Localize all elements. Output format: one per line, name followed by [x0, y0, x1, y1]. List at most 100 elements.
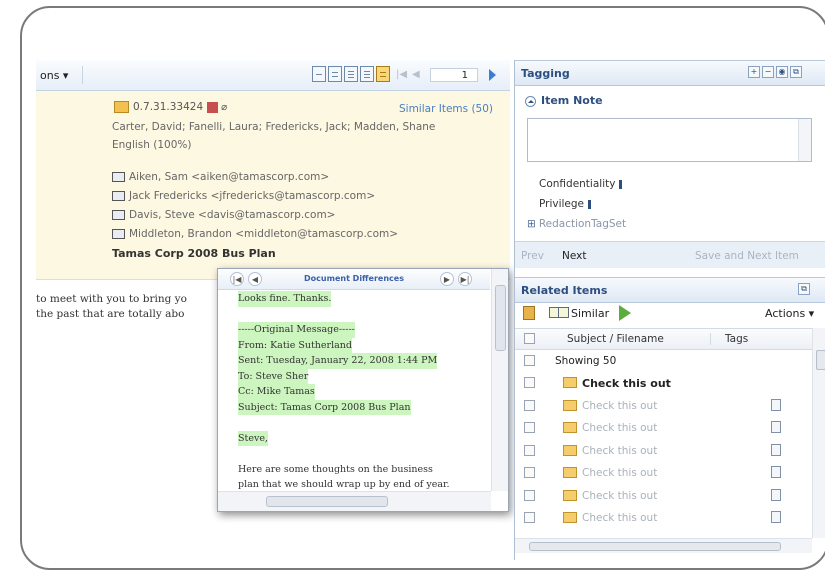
popup-content: Looks fine. Thanks. -----Original Message… — [238, 291, 488, 493]
popup-line: Here are some thoughts on the business — [238, 463, 433, 475]
grid-vertical-scrollbar[interactable] — [812, 328, 825, 538]
similar-items-link[interactable]: Similar Items (50) — [399, 103, 493, 115]
first-diff-icon[interactable]: |◀ — [230, 272, 244, 286]
next-page-icon[interactable] — [489, 69, 496, 81]
popup-line: Looks fine. Thanks. — [238, 291, 332, 307]
select-all-checkbox[interactable] — [524, 333, 535, 344]
attachment-icon[interactable] — [771, 421, 781, 433]
related-items-title: Related Items — [521, 284, 608, 297]
table-row[interactable]: Check this out — [515, 372, 812, 394]
first-page-icon[interactable]: |◀ — [396, 69, 407, 80]
popup-title: Document Differences — [304, 274, 404, 283]
table-row[interactable]: Check this out — [515, 395, 812, 417]
prev-button[interactable]: Prev — [521, 250, 544, 262]
view-mode-4-button[interactable] — [360, 66, 374, 82]
attachment-icon[interactable] — [771, 511, 781, 523]
related-items-grid: Subject / Filename Tags Showing 50 Check… — [515, 328, 812, 538]
similar-button[interactable]: Similar — [571, 307, 609, 320]
row-checkbox[interactable] — [524, 489, 535, 501]
body-line: to meet with you to bring yo — [36, 293, 187, 305]
note-scrollbar[interactable] — [798, 119, 811, 161]
recipient-row: Jack Fredericks <jfredericks@tamascorp.c… — [112, 190, 375, 202]
row-checkbox[interactable] — [524, 467, 535, 478]
related-toolbar: Similar Actions ▾ — [515, 302, 825, 324]
recipient[interactable]: Jack Fredericks <jfredericks@tamascorp.c… — [129, 190, 375, 202]
table-row[interactable]: Check this out — [515, 462, 812, 484]
attachment-icon[interactable] — [771, 443, 781, 456]
popup-line: Steve, — [238, 430, 268, 446]
row-subject[interactable]: Check this out — [582, 377, 671, 390]
popup-horizontal-scrollbar[interactable] — [218, 491, 491, 511]
popup-titlebar: |◀ ◀ Document Differences ▶ ▶| — [218, 269, 490, 290]
prev-diff-icon[interactable]: ◀ — [248, 272, 262, 286]
contact-card-icon — [112, 172, 125, 182]
row-subject[interactable]: Check this out — [582, 490, 657, 502]
similar-icon[interactable] — [549, 307, 569, 318]
attachment-icon[interactable] — [771, 398, 781, 411]
collapse-up-icon[interactable] — [525, 95, 536, 107]
view-mode-1-button[interactable] — [312, 66, 326, 82]
recipient[interactable]: Middleton, Brandon <middleton@tamascorp.… — [129, 228, 398, 240]
row-checkbox[interactable] — [524, 377, 535, 388]
scroll-thumb[interactable] — [529, 542, 781, 551]
page-number-input[interactable]: 1 — [430, 68, 478, 82]
tag-confidentiality[interactable]: Confidentiality — [539, 178, 630, 190]
popup-vertical-scrollbar[interactable] — [491, 269, 508, 491]
expand-icon[interactable]: + — [748, 66, 760, 78]
table-row[interactable]: Check this out — [515, 440, 812, 462]
recipient[interactable]: Aiken, Sam <aiken@tamascorp.com> — [129, 171, 329, 183]
last-diff-icon[interactable]: ▶| — [458, 272, 472, 286]
collapse-icon[interactable]: − — [762, 66, 774, 78]
row-subject[interactable]: Check this out — [582, 467, 657, 479]
settings-icon[interactable]: ◉ — [776, 66, 788, 78]
tag-privilege[interactable]: Privilege — [539, 198, 599, 210]
row-checkbox[interactable] — [524, 355, 535, 366]
item-note-input[interactable] — [527, 118, 812, 162]
row-subject[interactable]: Check this out — [582, 512, 657, 524]
expand-tree-icon[interactable]: ⊞ — [527, 218, 536, 230]
table-row[interactable]: Check this out — [515, 507, 812, 529]
recipient[interactable]: Davis, Steve <davis@tamascorp.com> — [129, 209, 335, 221]
language: English (100%) — [112, 139, 192, 151]
email-icon — [563, 399, 577, 411]
view-mode-active-button[interactable] — [376, 66, 390, 82]
view-mode-3-button[interactable] — [344, 66, 358, 82]
prev-page-icon[interactable]: ◀ — [412, 69, 420, 80]
document-viewer: ons ▾ |◀ ◀ 1 0.7.31.33424 ⌀ Similar Items… — [36, 60, 510, 560]
save-next-button[interactable]: Save and Next Item — [695, 250, 799, 262]
showing-row: Showing 50 — [515, 350, 812, 372]
column-tags[interactable]: Tags — [710, 333, 748, 345]
attachment-icon[interactable] — [771, 466, 781, 478]
scroll-thumb[interactable] — [495, 285, 506, 351]
next-diff-icon[interactable]: ▶ — [440, 272, 454, 286]
row-subject[interactable]: Check this out — [582, 400, 657, 412]
view-mode-2-button[interactable] — [328, 66, 342, 82]
thread-icon[interactable] — [523, 306, 535, 320]
popout-icon[interactable]: ⧉ — [798, 283, 810, 295]
grid-header: Subject / Filename Tags — [515, 328, 812, 350]
go-arrow-icon[interactable] — [619, 305, 631, 321]
scroll-thumb[interactable] — [266, 496, 388, 507]
row-checkbox[interactable] — [524, 399, 535, 411]
table-row[interactable]: Check this out — [515, 485, 812, 507]
email-icon — [563, 444, 577, 456]
actions-menu[interactable]: Actions ▾ — [765, 307, 814, 320]
row-checkbox[interactable] — [524, 512, 535, 523]
item-note-header[interactable]: Item Note — [525, 94, 603, 107]
attachment-icon[interactable] — [771, 488, 781, 501]
options-menu[interactable]: ons ▾ — [40, 69, 68, 82]
grid-horizontal-scrollbar[interactable] — [515, 538, 812, 553]
popout-icon[interactable]: ⧉ — [790, 66, 802, 78]
table-row[interactable]: Check this out — [515, 417, 812, 439]
column-subject[interactable]: Subject / Filename — [567, 333, 664, 345]
next-button[interactable]: Next — [562, 250, 586, 262]
row-checkbox[interactable] — [524, 422, 535, 433]
showing-count: Showing 50 — [555, 355, 617, 367]
row-subject[interactable]: Check this out — [582, 445, 657, 457]
email-icon — [563, 489, 577, 501]
scroll-thumb[interactable] — [816, 350, 825, 370]
row-subject[interactable]: Check this out — [582, 422, 657, 434]
row-checkbox[interactable] — [524, 444, 535, 456]
tagging-header: Tagging + − ◉ ⧉ — [515, 60, 825, 86]
redaction-tagset[interactable]: ⊞ RedactionTagSet — [527, 218, 626, 230]
